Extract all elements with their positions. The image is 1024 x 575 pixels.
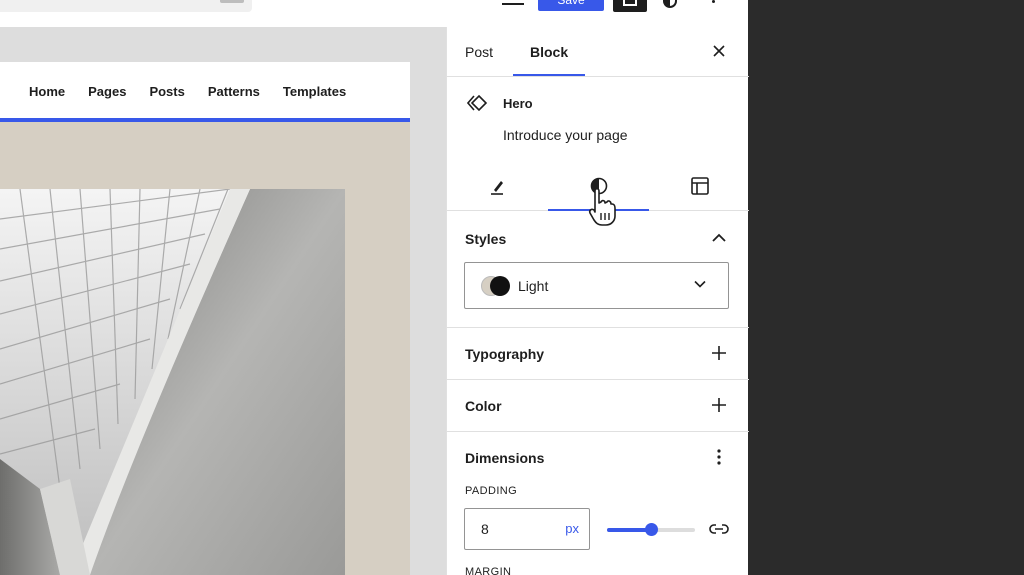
save-button[interactable]: Save bbox=[538, 0, 604, 11]
editor-canvas: Home Pages Posts Patterns Templates bbox=[0, 27, 446, 575]
margin-label: MARGIN bbox=[465, 566, 512, 575]
styles-panel-title[interactable]: Styles bbox=[465, 231, 506, 247]
dimensions-panel: Dimensions PADDING 8 px MARGIN bbox=[447, 432, 749, 575]
color-panel-toggle[interactable] bbox=[709, 395, 729, 415]
plus-icon bbox=[712, 346, 726, 360]
plus-icon bbox=[712, 398, 726, 412]
block-name: Hero bbox=[503, 96, 533, 111]
settings-toggle-button[interactable] bbox=[613, 0, 647, 12]
command-shortcut bbox=[220, 0, 244, 3]
hero-image[interactable] bbox=[0, 189, 345, 575]
link-sides-icon[interactable] bbox=[709, 521, 729, 537]
typography-panel: Typography bbox=[447, 328, 749, 380]
sidebar-tabs: Post Block bbox=[447, 27, 749, 77]
subtab-settings[interactable] bbox=[485, 175, 509, 199]
site-navigation: Home Pages Posts Patterns Templates bbox=[29, 84, 369, 99]
active-tab-indicator bbox=[513, 74, 585, 76]
global-styles-icon[interactable] bbox=[663, 0, 677, 8]
close-icon bbox=[713, 45, 725, 57]
chevron-up-icon bbox=[712, 233, 726, 242]
layout-grid-icon bbox=[691, 177, 709, 195]
dimensions-panel-title: Dimensions bbox=[465, 450, 545, 466]
nav-link-patterns[interactable]: Patterns bbox=[208, 84, 260, 99]
editor-toolbar: Save bbox=[0, 0, 748, 27]
typography-panel-toggle[interactable] bbox=[709, 343, 729, 363]
padding-unit-select[interactable]: px bbox=[565, 521, 579, 536]
style-swatch-dark bbox=[490, 276, 510, 296]
nav-link-home[interactable]: Home bbox=[29, 84, 65, 99]
padding-slider-thumb[interactable] bbox=[645, 523, 658, 536]
tab-post[interactable]: Post bbox=[465, 44, 493, 60]
nav-link-templates[interactable]: Templates bbox=[283, 84, 346, 99]
nav-link-posts[interactable]: Posts bbox=[149, 84, 184, 99]
block-style-select[interactable]: Light bbox=[464, 262, 729, 309]
padding-label: PADDING bbox=[465, 485, 518, 497]
dimensions-options-button[interactable] bbox=[709, 447, 729, 467]
block-settings-sidebar: Post Block Hero Introduce your page Styl… bbox=[446, 27, 749, 575]
more-vertical-icon bbox=[717, 449, 721, 465]
document-overview-icon[interactable] bbox=[502, 0, 524, 5]
block-card: Hero Introduce your page bbox=[447, 77, 749, 226]
options-menu-icon[interactable] bbox=[712, 0, 715, 3]
color-panel-title[interactable]: Color bbox=[465, 398, 502, 414]
padding-input[interactable]: 8 px bbox=[464, 508, 590, 550]
tab-block[interactable]: Block bbox=[530, 44, 568, 60]
chevron-down-icon bbox=[694, 280, 706, 288]
styles-panel: Styles Light bbox=[447, 211, 749, 328]
pattern-diamond-icon bbox=[467, 94, 488, 112]
sidebar-icon bbox=[623, 0, 637, 6]
block-style-value: Light bbox=[518, 278, 549, 294]
nav-link-pages[interactable]: Pages bbox=[88, 84, 126, 99]
site-header[interactable]: Home Pages Posts Patterns Templates bbox=[0, 62, 410, 122]
padding-slider[interactable] bbox=[607, 523, 695, 536]
close-sidebar-button[interactable] bbox=[709, 41, 729, 61]
typography-panel-title[interactable]: Typography bbox=[465, 346, 544, 362]
block-description: Introduce your page bbox=[503, 127, 628, 143]
subtab-layout[interactable] bbox=[688, 175, 712, 199]
color-panel: Color bbox=[447, 380, 749, 432]
command-palette[interactable] bbox=[0, 0, 252, 12]
pencil-icon bbox=[491, 181, 503, 195]
styles-panel-toggle[interactable] bbox=[709, 228, 729, 248]
padding-value: 8 bbox=[481, 521, 489, 537]
